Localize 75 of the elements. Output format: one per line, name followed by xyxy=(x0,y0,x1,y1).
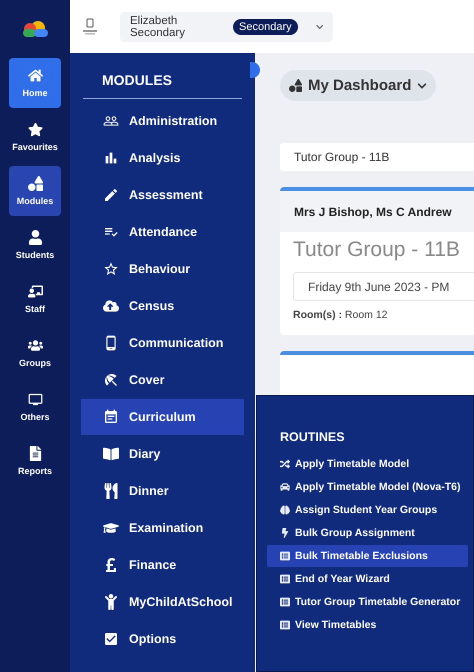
graduation-cap-icon xyxy=(103,520,121,536)
book-icon xyxy=(103,446,121,462)
nav-item[interactable]: Home xyxy=(9,58,61,108)
person-icon xyxy=(28,230,42,245)
module-item[interactable]: Attendance xyxy=(81,214,244,250)
people-icon xyxy=(28,338,42,353)
monitor-icon xyxy=(28,392,42,407)
school-selector[interactable]: Elizabeth Secondary Secondary xyxy=(120,12,333,42)
list-icon xyxy=(280,620,290,630)
room-text: Room(s) : Room 12 xyxy=(293,309,389,321)
list-icon xyxy=(280,551,290,561)
module-item[interactable]: Cover xyxy=(81,362,244,398)
nav-label: Others xyxy=(20,412,50,422)
nav-item[interactable]: Others xyxy=(9,382,61,432)
chevron-down-icon xyxy=(316,22,323,30)
nav-item[interactable]: Students xyxy=(9,220,61,270)
routine-item[interactable]: View Timetables xyxy=(267,614,468,636)
home-icon xyxy=(28,68,42,83)
chevron-down-icon xyxy=(417,80,428,90)
school-crest-icon xyxy=(82,18,98,36)
dashboard-selector[interactable]: My Dashboard xyxy=(280,70,436,101)
routine-item[interactable]: Tutor Group Timetable Generator xyxy=(267,591,468,613)
module-item[interactable]: Curriculum xyxy=(81,399,244,435)
routine-item[interactable]: Apply Timetable Model xyxy=(267,453,468,475)
shapes-icon xyxy=(289,79,302,92)
module-item[interactable]: Dinner xyxy=(81,473,244,509)
module-item[interactable]: Finance xyxy=(81,547,244,583)
modules-heading: MODULES xyxy=(101,71,173,90)
module-item[interactable]: Census xyxy=(81,288,244,324)
nav-label: Modules xyxy=(16,196,54,206)
bolt-icon xyxy=(280,528,290,538)
nav-item[interactable]: Reports xyxy=(9,436,61,486)
cloud-logo xyxy=(20,20,50,38)
module-item[interactable]: Communication xyxy=(81,325,244,361)
tutor-group-field[interactable]: Tutor Group - 11B xyxy=(280,143,474,171)
list-icon xyxy=(280,574,290,584)
module-item[interactable]: MyChildAtSchool xyxy=(81,584,244,620)
routine-item[interactable]: Bulk Timetable Exclusions xyxy=(267,545,468,567)
module-item[interactable]: Examination xyxy=(81,510,244,546)
tutor-group-title: Tutor Group - 11B xyxy=(293,238,461,262)
presentation-icon xyxy=(28,284,42,299)
nav-label: Home xyxy=(22,88,48,98)
nav-label: Reports xyxy=(18,466,52,476)
shuffle-icon xyxy=(280,459,290,469)
document-icon xyxy=(28,446,42,461)
nav-label: Favourites xyxy=(12,142,58,152)
shapes-icon xyxy=(28,176,42,191)
routine-item[interactable]: End of Year Wizard xyxy=(267,568,468,590)
module-item[interactable]: Diary xyxy=(81,436,244,472)
routine-item[interactable]: Bulk Group Assignment xyxy=(267,522,468,544)
school-type-badge: Secondary xyxy=(233,18,298,34)
collapse-handle[interactable] xyxy=(250,62,260,78)
nav-label: Students xyxy=(16,250,54,260)
brain-icon xyxy=(280,505,290,515)
module-item[interactable]: Behaviour xyxy=(81,251,244,287)
date-field[interactable]: Friday 9th June 2023 - PM xyxy=(293,272,474,301)
nav-item[interactable]: Modules xyxy=(9,166,61,216)
list-icon xyxy=(280,597,290,607)
car-icon xyxy=(280,482,290,492)
school-name: Elizabeth Secondary xyxy=(130,14,186,38)
teacher-names: Mrs J Bishop, Ms C Andrew xyxy=(280,191,474,232)
module-item[interactable]: Analysis xyxy=(81,140,244,176)
routine-item[interactable]: Apply Timetable Model (Nova-T6) xyxy=(267,476,468,498)
module-item[interactable]: Options xyxy=(81,621,244,657)
nav-label: Staff xyxy=(25,304,45,314)
nav-item[interactable]: Favourites xyxy=(9,112,61,162)
cloud-upload-icon xyxy=(103,298,121,314)
nav-label: Groups xyxy=(18,358,51,368)
star-icon xyxy=(28,122,42,137)
routine-item[interactable]: Assign Student Year Groups xyxy=(267,499,468,521)
module-item[interactable]: Administration xyxy=(81,103,244,139)
nav-item[interactable]: Groups xyxy=(9,328,61,378)
routines-heading: ROUTINES xyxy=(279,430,346,444)
module-item[interactable]: Assessment xyxy=(81,177,244,213)
nav-item[interactable]: Staff xyxy=(9,274,61,324)
